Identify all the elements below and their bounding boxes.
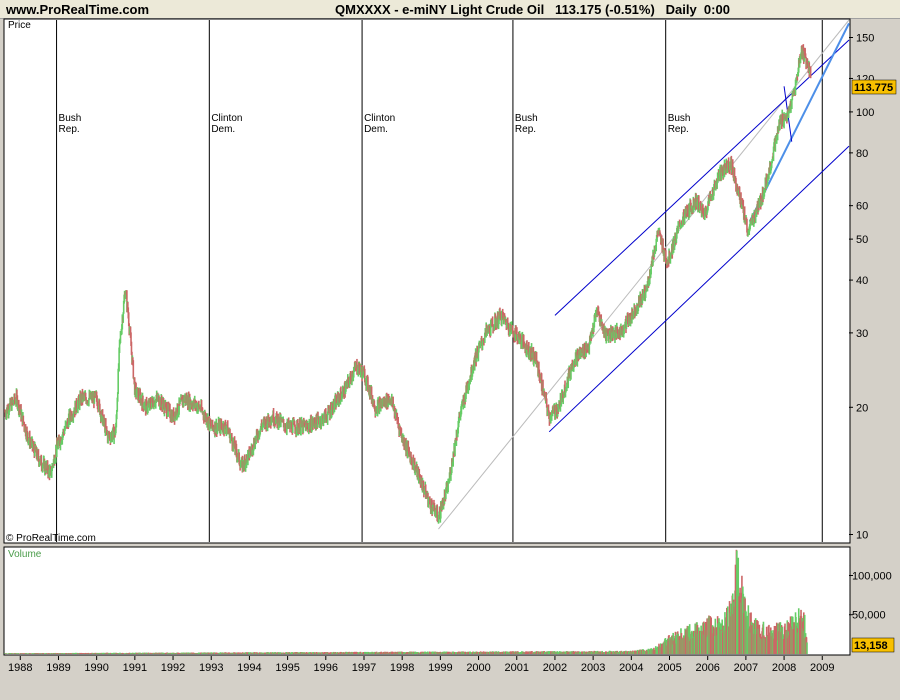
price-volume-chart: Price © ProRealTime.com Volume BushRep.C…	[3, 18, 897, 678]
last-volume-tag: 13,158	[851, 637, 895, 653]
chart-window: www.ProRealTime.com QMXXXX - e-miNY Ligh…	[0, 0, 900, 700]
date-tick-label-2000: 2000	[466, 662, 490, 674]
price-tick-label-80: 80	[856, 148, 868, 160]
date-tick-label-2007: 2007	[734, 662, 758, 674]
watermark: © ProRealTime.com	[6, 533, 96, 544]
volume-tick-label-0: 50,000	[852, 610, 886, 622]
date-tick-label-1989: 1989	[46, 662, 70, 674]
election-label-3-1: Rep.	[515, 124, 536, 135]
date-tick-label-1997: 1997	[352, 662, 376, 674]
volume-tick-label-1: 100,000	[852, 570, 892, 582]
date-tick-label-1988: 1988	[8, 662, 32, 674]
date-tick-label-1991: 1991	[123, 662, 147, 674]
price-axis: 10203040506080100120150	[849, 32, 874, 542]
price-tick-label-10: 10	[856, 530, 868, 542]
election-label-0-0: Bush	[59, 113, 82, 124]
price-tick-label-30: 30	[856, 328, 868, 340]
date-tick-label-1996: 1996	[314, 662, 338, 674]
date-tick-label-1999: 1999	[428, 662, 452, 674]
last-price-value: 113.775	[854, 82, 893, 94]
price-panel[interactable]	[3, 18, 851, 544]
price-tick-label-60: 60	[856, 201, 868, 213]
date-tick-label-2005: 2005	[657, 662, 681, 674]
election-label-1-1: Dem.	[211, 124, 235, 135]
last-volume-value: 13,158	[854, 640, 888, 652]
election-label-3-0: Bush	[515, 113, 538, 124]
price-tick-label-50: 50	[856, 234, 868, 246]
election-label-2-0: Clinton	[364, 113, 395, 124]
date-tick-label-1993: 1993	[199, 662, 223, 674]
date-tick-label-2004: 2004	[619, 662, 643, 674]
election-label-2-1: Dem.	[364, 124, 388, 135]
volume-axis: 50,000 100,000	[849, 570, 892, 622]
volume-panel-label: Volume	[8, 549, 42, 560]
date-tick-label-2006: 2006	[695, 662, 719, 674]
date-tick-label-2008: 2008	[772, 662, 796, 674]
price-tick-label-40: 40	[856, 275, 868, 287]
date-tick-label-2002: 2002	[543, 662, 567, 674]
date-tick-label-2001: 2001	[505, 662, 529, 674]
date-tick-label-1994: 1994	[237, 662, 261, 674]
last-price-tag: 113.775	[851, 79, 897, 95]
election-label-0-1: Rep.	[59, 124, 80, 135]
date-tick-label-2003: 2003	[581, 662, 605, 674]
date-tick-label-1992: 1992	[161, 662, 185, 674]
election-label-4-1: Rep.	[668, 124, 689, 135]
date-tick-label-1995: 1995	[275, 662, 299, 674]
price-tick-label-100: 100	[856, 107, 874, 119]
date-tick-label-1998: 1998	[390, 662, 414, 674]
price-tick-label-150: 150	[856, 32, 874, 44]
election-label-1-0: Clinton	[211, 113, 242, 124]
election-label-4-0: Bush	[668, 113, 691, 124]
date-tick-label-2009: 2009	[810, 662, 834, 674]
price-tick-label-20: 20	[856, 402, 868, 414]
date-tick-label-1990: 1990	[84, 662, 108, 674]
price-panel-label: Price	[8, 20, 31, 31]
